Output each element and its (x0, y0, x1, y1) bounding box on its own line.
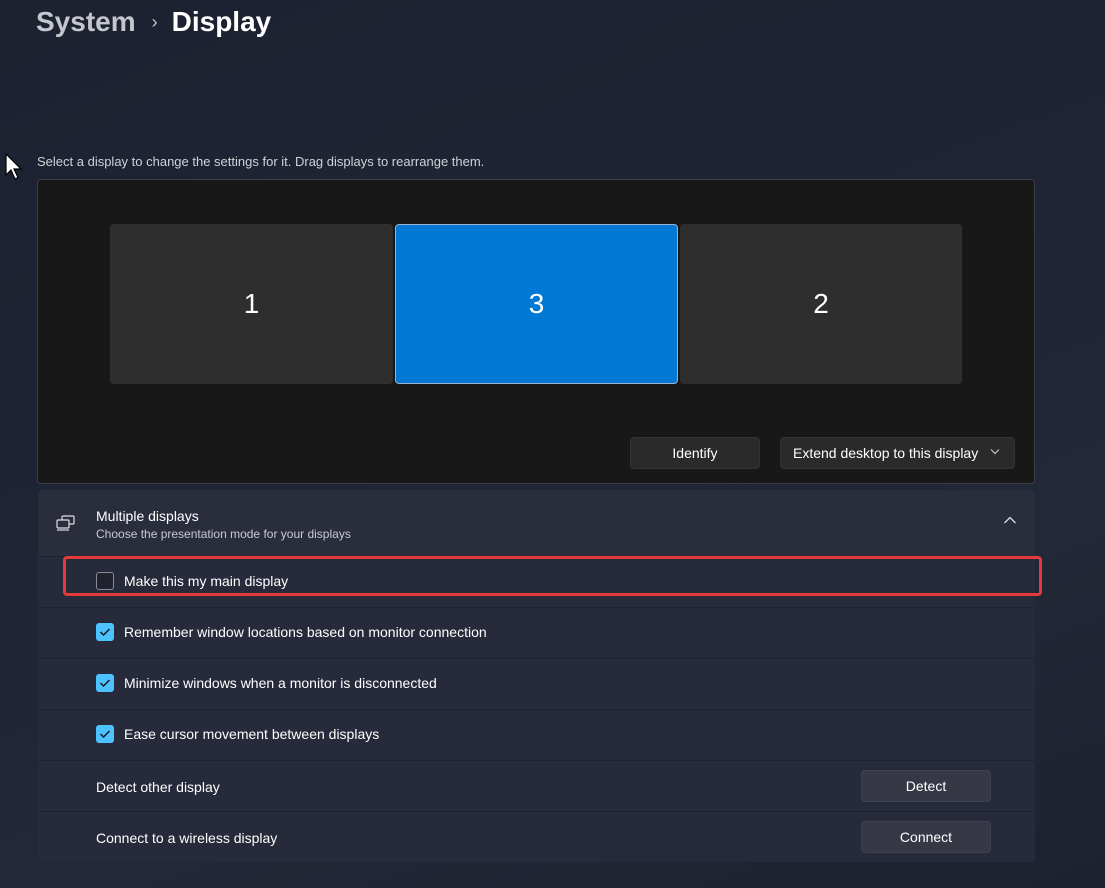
connect-row: Connect to a wireless display Connect (38, 811, 1035, 862)
display-mode-dropdown[interactable]: Extend desktop to this display (780, 437, 1015, 469)
monitor-tile-1[interactable]: 1 (110, 224, 393, 384)
multiple-displays-card: Multiple displays Choose the presentatio… (38, 490, 1035, 862)
detect-row: Detect other display Detect (38, 760, 1035, 811)
monitor-tile-2[interactable]: 2 (680, 224, 962, 384)
breadcrumb-separator-icon: › (151, 11, 158, 32)
checkmark-icon (99, 730, 111, 739)
monitor-tile-3[interactable]: 3 (395, 224, 678, 384)
remember-locations-checkbox[interactable] (96, 623, 114, 641)
identify-button[interactable]: Identify (630, 437, 760, 469)
option-row-ease-cursor: Ease cursor movement between displays (38, 709, 1035, 760)
option-row-minimize-windows: Minimize windows when a monitor is disco… (38, 658, 1035, 709)
connect-label: Connect to a wireless display (96, 830, 278, 846)
option-row-remember-locations: Remember window locations based on monit… (38, 607, 1035, 658)
chevron-up-icon[interactable] (1003, 515, 1017, 525)
detect-button[interactable]: Detect (861, 770, 991, 802)
checkmark-icon (99, 628, 111, 637)
multiple-displays-header[interactable]: Multiple displays Choose the presentatio… (38, 490, 1035, 556)
minimize-windows-checkbox[interactable] (96, 674, 114, 692)
option-row-main-display: Make this my main display (38, 556, 1035, 607)
checkmark-icon (99, 679, 111, 688)
multiple-displays-title: Multiple displays (96, 508, 199, 524)
minimize-windows-label: Minimize windows when a monitor is disco… (124, 675, 437, 691)
ease-cursor-label: Ease cursor movement between displays (124, 726, 380, 742)
detect-label: Detect other display (96, 779, 220, 795)
arrange-instruction: Select a display to change the settings … (37, 154, 485, 169)
ease-cursor-checkbox[interactable] (96, 725, 114, 743)
multiple-displays-subtitle: Choose the presentation mode for your di… (96, 527, 351, 541)
connect-button[interactable]: Connect (861, 821, 991, 853)
page-title: Display (171, 6, 272, 37)
mouse-cursor-icon (5, 153, 23, 180)
breadcrumb: System › Display (36, 6, 271, 38)
main-display-checkbox[interactable] (96, 572, 114, 590)
display-arrangement-panel: 1 3 2 Identify Extend desktop to this di… (37, 179, 1035, 484)
display-mode-value: Extend desktop to this display (793, 445, 979, 461)
remember-locations-label: Remember window locations based on monit… (124, 624, 487, 640)
main-display-label: Make this my main display (124, 573, 289, 589)
multiple-displays-icon (56, 515, 75, 531)
breadcrumb-system[interactable]: System (36, 6, 136, 38)
chevron-down-icon (990, 447, 1000, 458)
